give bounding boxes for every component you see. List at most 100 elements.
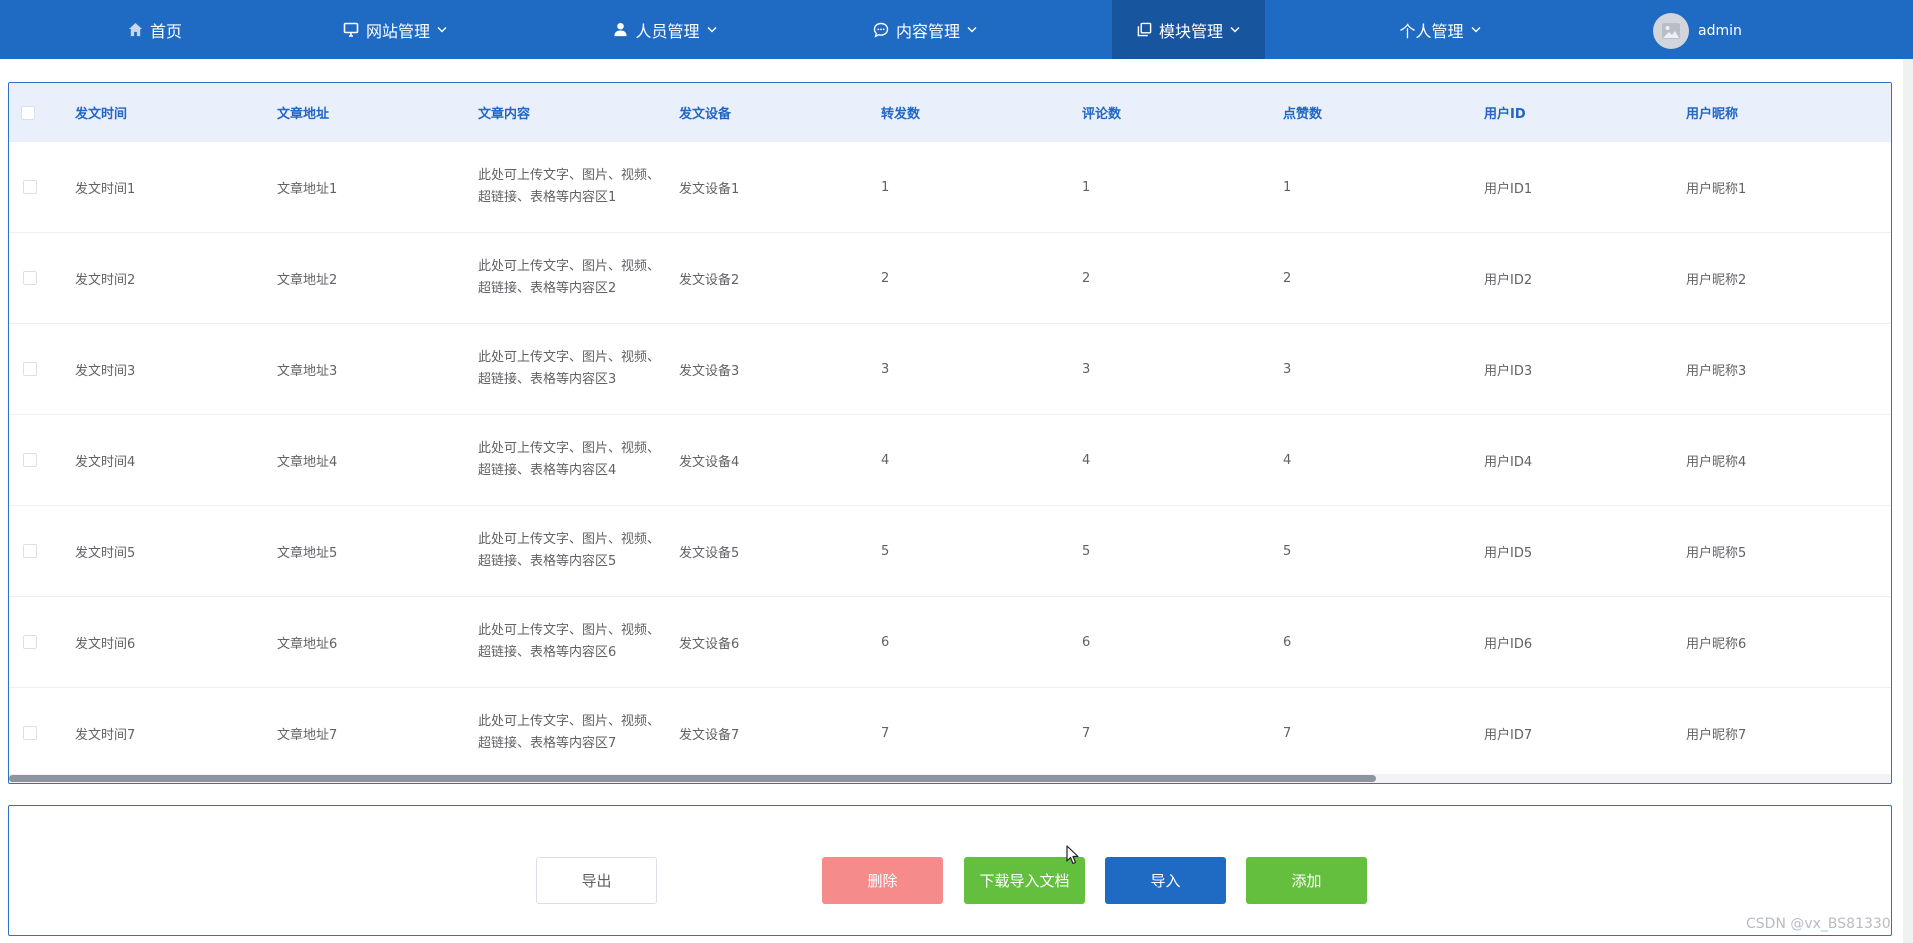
table-row[interactable]: 发文时间1 文章地址1 此处可上传文字、图片、视频、超链接、表格等内容区1 发文… bbox=[9, 142, 1891, 233]
export-button[interactable]: 导出 bbox=[536, 857, 657, 904]
table-row[interactable]: 发文时间7 文章地址7 此处可上传文字、图片、视频、超链接、表格等内容区7 发文… bbox=[9, 688, 1891, 779]
chevron-down-icon bbox=[1230, 26, 1240, 33]
add-button[interactable]: 添加 bbox=[1246, 857, 1367, 904]
cell-address: 文章地址4 bbox=[277, 454, 338, 470]
table-header: 发文时间 文章地址 文章内容 发文设备 转发数 评论数 点赞数 用户ID 用户昵… bbox=[9, 83, 1891, 142]
horizontal-scrollbar[interactable] bbox=[9, 774, 1891, 783]
cell-user-id: 用户ID4 bbox=[1484, 454, 1533, 470]
cell-user-id: 用户ID7 bbox=[1484, 727, 1533, 743]
nav-module-label: 模块管理 bbox=[1158, 21, 1223, 41]
image-placeholder-icon bbox=[1662, 23, 1680, 39]
select-all-checkbox[interactable] bbox=[21, 83, 35, 142]
nav-people-management[interactable]: 人员管理 bbox=[595, 0, 735, 59]
nav-content-management[interactable]: 内容管理 bbox=[855, 0, 995, 59]
cell-time: 发文时间6 bbox=[75, 636, 136, 652]
cell-likes: 1 bbox=[1283, 179, 1292, 195]
column-header[interactable]: 文章地址 bbox=[277, 83, 329, 142]
column-header[interactable]: 发文设备 bbox=[679, 83, 731, 142]
cell-likes: 7 bbox=[1283, 725, 1292, 741]
cell-content: 此处可上传文字、图片、视频、超链接、表格等内容区2 bbox=[478, 259, 661, 296]
column-header[interactable]: 转发数 bbox=[881, 83, 920, 142]
import-button[interactable]: 导入 bbox=[1105, 857, 1226, 904]
copy-icon bbox=[1137, 22, 1152, 37]
chat-bubble-icon bbox=[873, 22, 889, 38]
cell-device: 发文设备5 bbox=[679, 545, 740, 561]
delete-button[interactable]: 删除 bbox=[822, 857, 943, 904]
cell-forwards: 5 bbox=[881, 543, 890, 559]
nav-people-label: 人员管理 bbox=[635, 21, 700, 41]
nav-personal-label: 个人管理 bbox=[1399, 21, 1464, 41]
table-row[interactable]: 发文时间6 文章地址6 此处可上传文字、图片、视频、超链接、表格等内容区6 发文… bbox=[9, 597, 1891, 688]
table-body: 发文时间1 文章地址1 此处可上传文字、图片、视频、超链接、表格等内容区1 发文… bbox=[9, 142, 1891, 779]
cell-likes: 3 bbox=[1283, 361, 1292, 377]
table-row[interactable]: 发文时间5 文章地址5 此处可上传文字、图片、视频、超链接、表格等内容区5 发文… bbox=[9, 506, 1891, 597]
user-menu[interactable]: admin bbox=[1653, 13, 1742, 49]
nav-personal-management[interactable]: 个人管理 bbox=[1370, 0, 1510, 59]
home-icon bbox=[128, 22, 143, 37]
nav-site-label: 网站管理 bbox=[365, 21, 430, 41]
cell-comments: 7 bbox=[1082, 725, 1091, 741]
cell-time: 发文时间4 bbox=[75, 454, 136, 470]
username: admin bbox=[1698, 23, 1742, 39]
cell-address: 文章地址6 bbox=[277, 636, 338, 652]
cell-likes: 4 bbox=[1283, 452, 1292, 468]
cell-comments: 1 bbox=[1082, 179, 1091, 195]
cell-content: 此处可上传文字、图片、视频、超链接、表格等内容区4 bbox=[478, 441, 661, 478]
nav-module-management[interactable]: 模块管理 bbox=[1112, 0, 1265, 59]
table-row[interactable]: 发文时间2 文章地址2 此处可上传文字、图片、视频、超链接、表格等内容区2 发文… bbox=[9, 233, 1891, 324]
cell-address: 文章地址7 bbox=[277, 727, 338, 743]
cell-time: 发文时间3 bbox=[75, 363, 136, 379]
column-header[interactable]: 用户ID bbox=[1484, 83, 1526, 142]
cell-comments: 3 bbox=[1082, 361, 1091, 377]
nav-site-management[interactable]: 网站管理 bbox=[325, 0, 465, 59]
nav-home[interactable]: 首页 bbox=[110, 0, 200, 59]
cell-nickname: 用户昵称2 bbox=[1686, 272, 1747, 288]
column-header[interactable]: 发文时间 bbox=[75, 83, 127, 142]
column-header[interactable]: 文章内容 bbox=[478, 83, 530, 142]
top-navbar: 首页 网站管理 人员管理 内容管理 模块管理 个人管理 admin bbox=[0, 0, 1913, 59]
cell-time: 发文时间5 bbox=[75, 545, 136, 561]
chevron-down-icon bbox=[707, 26, 717, 33]
cell-nickname: 用户昵称1 bbox=[1686, 181, 1747, 197]
cell-address: 文章地址5 bbox=[277, 545, 338, 561]
avatar bbox=[1653, 13, 1689, 49]
cell-content: 此处可上传文字、图片、视频、超链接、表格等内容区6 bbox=[478, 623, 661, 660]
cell-device: 发文设备2 bbox=[679, 272, 740, 288]
cell-likes: 2 bbox=[1283, 270, 1292, 286]
cell-nickname: 用户昵称6 bbox=[1686, 636, 1747, 652]
cell-forwards: 7 bbox=[881, 725, 890, 741]
cell-device: 发文设备6 bbox=[679, 636, 740, 652]
cell-nickname: 用户昵称5 bbox=[1686, 545, 1747, 561]
row-checkbox[interactable] bbox=[23, 233, 37, 323]
chevron-down-icon bbox=[1471, 26, 1481, 33]
cell-likes: 5 bbox=[1283, 543, 1292, 559]
watermark: CSDN @vx_BS81330 bbox=[1746, 916, 1891, 932]
cell-forwards: 4 bbox=[881, 452, 890, 468]
nav-content-label: 内容管理 bbox=[895, 21, 960, 41]
cell-content: 此处可上传文字、图片、视频、超链接、表格等内容区3 bbox=[478, 350, 661, 387]
cell-user-id: 用户ID1 bbox=[1484, 181, 1533, 197]
row-checkbox[interactable] bbox=[23, 324, 37, 414]
table-row[interactable]: 发文时间3 文章地址3 此处可上传文字、图片、视频、超链接、表格等内容区3 发文… bbox=[9, 324, 1891, 415]
mouse-cursor-icon bbox=[1066, 845, 1080, 869]
user-icon bbox=[613, 22, 628, 37]
column-header[interactable]: 点赞数 bbox=[1283, 83, 1322, 142]
cell-device: 发文设备3 bbox=[679, 363, 740, 379]
column-header[interactable]: 用户昵称 bbox=[1686, 83, 1738, 142]
row-checkbox[interactable] bbox=[23, 415, 37, 505]
row-checkbox[interactable] bbox=[23, 142, 37, 232]
row-checkbox[interactable] bbox=[23, 506, 37, 596]
action-bar: 导出 删除 下载导入文档 导入 添加 bbox=[8, 805, 1892, 936]
page-scrollbar[interactable] bbox=[1903, 59, 1913, 943]
column-header[interactable]: 评论数 bbox=[1082, 83, 1121, 142]
cell-nickname: 用户昵称3 bbox=[1686, 363, 1747, 379]
cell-nickname: 用户昵称4 bbox=[1686, 454, 1747, 470]
row-checkbox[interactable] bbox=[23, 597, 37, 687]
horizontal-scrollbar-thumb[interactable] bbox=[9, 775, 1376, 782]
row-checkbox[interactable] bbox=[23, 688, 37, 778]
cell-nickname: 用户昵称7 bbox=[1686, 727, 1747, 743]
cell-likes: 6 bbox=[1283, 634, 1292, 650]
cell-content: 此处可上传文字、图片、视频、超链接、表格等内容区1 bbox=[478, 168, 661, 205]
cell-user-id: 用户ID2 bbox=[1484, 272, 1533, 288]
table-row[interactable]: 发文时间4 文章地址4 此处可上传文字、图片、视频、超链接、表格等内容区4 发文… bbox=[9, 415, 1891, 506]
